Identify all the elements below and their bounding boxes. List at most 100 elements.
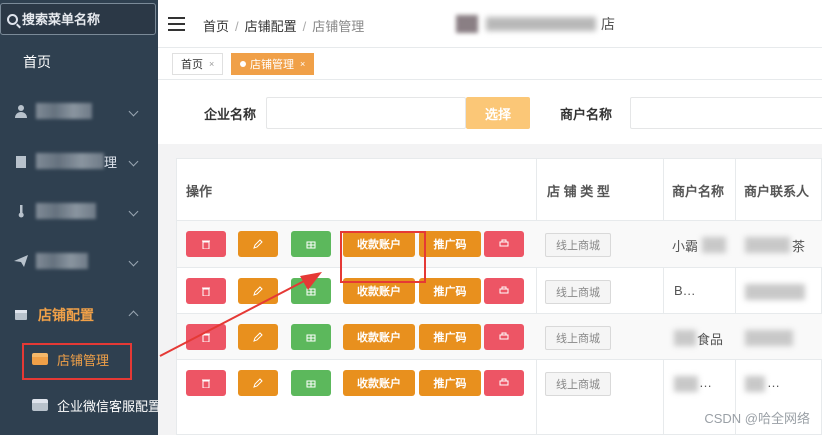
pencil-icon [253,332,263,342]
contact-blurred [745,237,790,253]
shop-table: 操作 店 铺 类 型 商户名称 商户联系人 收款账户 推广码 线上商城 小霸 茶 [176,158,822,435]
contact-blurred [745,330,793,346]
sidebar-item-1[interactable] [0,86,158,136]
breadcrumb-home[interactable]: 首页 [203,19,229,34]
print-button[interactable] [484,370,524,396]
merchant-name: 小霸 [672,239,699,254]
shop-type-tag: 线上商城 [545,233,611,257]
sidebar-item-2[interactable]: 理 [0,136,158,186]
pencil-icon [253,378,263,388]
delete-button[interactable] [186,278,226,304]
promo-code-button[interactable]: 推广码 [419,370,481,396]
shop-button[interactable] [291,324,331,350]
active-dot-icon [240,61,246,67]
sidebar-item-4[interactable] [0,236,158,286]
shop-button[interactable] [291,278,331,304]
close-icon[interactable]: × [300,59,305,69]
sidebar-item-3[interactable] [0,186,158,236]
storefront-icon [306,334,316,342]
printer-icon [499,286,509,294]
menu-toggle-icon[interactable] [168,17,185,31]
edit-button[interactable] [238,278,278,304]
merchant-contact: … [767,375,780,390]
sidebar-item-shop-config[interactable]: 店铺配置 [0,290,158,340]
company-input[interactable] [266,97,466,129]
shop-name: 店 [456,11,628,35]
sidebar-subitem-wecom-service[interactable]: 企业微信客服配置 [0,385,162,425]
watermark: CSDN @哈全网络 [704,411,810,426]
sidebar-item-label-blurred [36,103,92,119]
main-content: 企业名称 选择 商户名称 操作 店 铺 类 型 商户名称 商户联系人 收款账户 … [158,80,822,435]
storefront-icon [306,380,316,388]
trash-icon [202,287,210,296]
shop-logo-blurred [456,15,478,33]
tab-label: 店铺管理 [250,59,294,71]
pencil-icon [253,286,263,296]
sidebar-item-home[interactable]: 首页 [23,52,51,72]
merchant-label: 商户名称 [560,107,613,122]
contact-blurred [745,284,805,300]
shop-type-tag: 线上商城 [545,372,611,396]
annotation-highlight-collect-button [340,231,426,283]
breadcrumb-shop-config[interactable]: 店铺配置 [245,19,297,34]
page-tabs: 首页 × 店铺管理 × [158,48,822,80]
chevron-down-icon [128,106,139,116]
merchant-name: … [699,375,712,390]
merchant-name: 食品 [697,332,724,347]
shop-button[interactable] [291,231,331,257]
print-button[interactable] [484,278,524,304]
print-button[interactable] [484,324,524,350]
delete-button[interactable] [186,231,226,257]
merchant-name-blurred [674,376,698,392]
annotation-highlight-shop-management [22,343,132,380]
shop-name-suffix: 店 [601,16,615,32]
col-header-merchant-name: 商户名称 [672,183,725,199]
shop-button[interactable] [291,370,331,396]
tab-shop-management[interactable]: 店铺管理 × [231,53,315,75]
promo-code-button[interactable]: 推广码 [419,324,481,350]
tab-home[interactable]: 首页 × [172,53,224,75]
sidebar-item-label-blurred [36,253,88,269]
chevron-down-icon [128,156,139,166]
pencil-icon [253,239,263,249]
edit-button[interactable] [238,231,278,257]
breadcrumb-current: 店铺管理 [312,19,365,34]
delete-button[interactable] [186,324,226,350]
collection-account-button[interactable]: 收款账户 [343,370,415,396]
printer-icon [499,378,509,386]
menu-search[interactable] [0,3,156,35]
sidebar-item-label-suffix: 理 [104,154,118,170]
shop-type-tag: 线上商城 [545,280,611,304]
promo-code-button[interactable]: 推广码 [419,231,481,257]
trash-icon [202,379,210,388]
merchant-input[interactable] [630,97,822,129]
building-icon [16,156,26,168]
store-icon [15,310,27,320]
close-icon[interactable]: × [209,59,214,69]
search-icon [7,13,18,25]
edit-button[interactable] [238,324,278,350]
edit-button[interactable] [238,370,278,396]
company-label: 企业名称 [204,107,257,122]
sidebar-subitem-label: 企业微信客服配置 [57,398,162,414]
trash-icon [202,240,210,249]
collection-account-button[interactable]: 收款账户 [343,324,415,350]
chevron-down-icon [128,256,139,266]
printer-icon [499,239,509,247]
promo-code-button[interactable]: 推广码 [419,278,481,304]
menu-search-input[interactable] [22,11,142,27]
filter-bar: 企业名称 选择 商户名称 [158,80,822,144]
merchant-name: B… [674,283,696,298]
print-button[interactable] [484,231,524,257]
select-button[interactable]: 选择 [466,97,530,129]
top-header: 首页 / 店铺配置 / 店铺管理 店 [158,0,822,48]
printer-icon [499,332,509,340]
table-row: 收款账户 推广码 线上商城 小霸 茶 [177,221,822,267]
table-row: 收款账户 推广码 线上商城 食品 [177,314,822,359]
thermometer-icon [18,205,24,218]
table-row: 收款账户 推广码 线上商城 B… [177,268,822,313]
chevron-up-icon [128,310,139,320]
col-header-shop-type: 店 铺 类 型 [547,183,610,199]
delete-button[interactable] [186,370,226,396]
storefront-icon [306,241,316,249]
